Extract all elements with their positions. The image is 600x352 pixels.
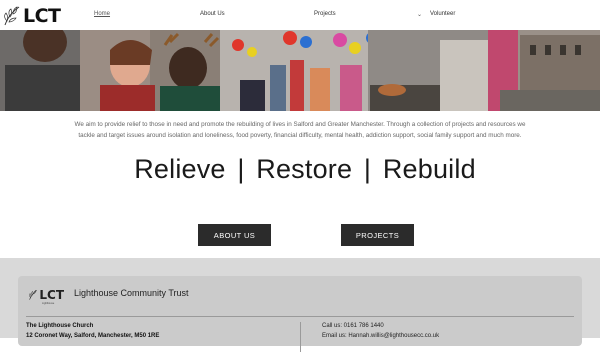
nav-projects[interactable]: Projects — [314, 11, 336, 17]
phone-link[interactable]: Call us: 0161 786 1440 — [322, 323, 384, 329]
banner-photo — [0, 30, 600, 111]
footer-card: LCT Lighthouse Lighthouse Community Trus… — [18, 276, 582, 352]
site-footer: LCT Lighthouse Lighthouse Community Trus… — [0, 258, 600, 352]
about-us-button[interactable]: ABOUT US — [198, 224, 271, 246]
tagline: Relieve | Restore | Rebuild — [134, 154, 476, 184]
address-name: The Lighthouse Church — [26, 323, 94, 329]
nav-about-us[interactable]: About Us — [200, 11, 225, 17]
footer-logo[interactable]: LCT — [28, 287, 64, 303]
projects-button[interactable]: PROJECTS — [341, 224, 414, 246]
site-logo[interactable]: LCT — [2, 4, 61, 28]
hero-photo-banner — [0, 30, 600, 111]
footer-logo-subtitle: Lighthouse — [42, 302, 55, 305]
nav-volunteer[interactable]: Volunteer — [430, 11, 455, 17]
leaf-icon — [4, 6, 20, 26]
chevron-down-icon[interactable]: ⌄ — [417, 11, 422, 18]
footer-title: Lighthouse Community Trust — [74, 288, 189, 298]
logo-text: LCT — [23, 5, 61, 27]
footer-divider-line — [26, 316, 574, 317]
email-link[interactable]: Email us: Hannah.willis@lighthousecc.co.… — [322, 333, 439, 339]
footer-logo-text: LCT — [39, 288, 64, 302]
intro-paragraph: We aim to provide relief to those in nee… — [74, 121, 526, 139]
leaf-icon — [29, 289, 37, 300]
nav-home[interactable]: Home — [94, 11, 110, 17]
site-header: LCT Home About Us Projects ⌄ Volunteer — [0, 0, 600, 30]
address-street: 12 Coronet Way, Salford, Manchester, M50… — [26, 333, 160, 339]
footer-column-divider — [300, 322, 301, 352]
